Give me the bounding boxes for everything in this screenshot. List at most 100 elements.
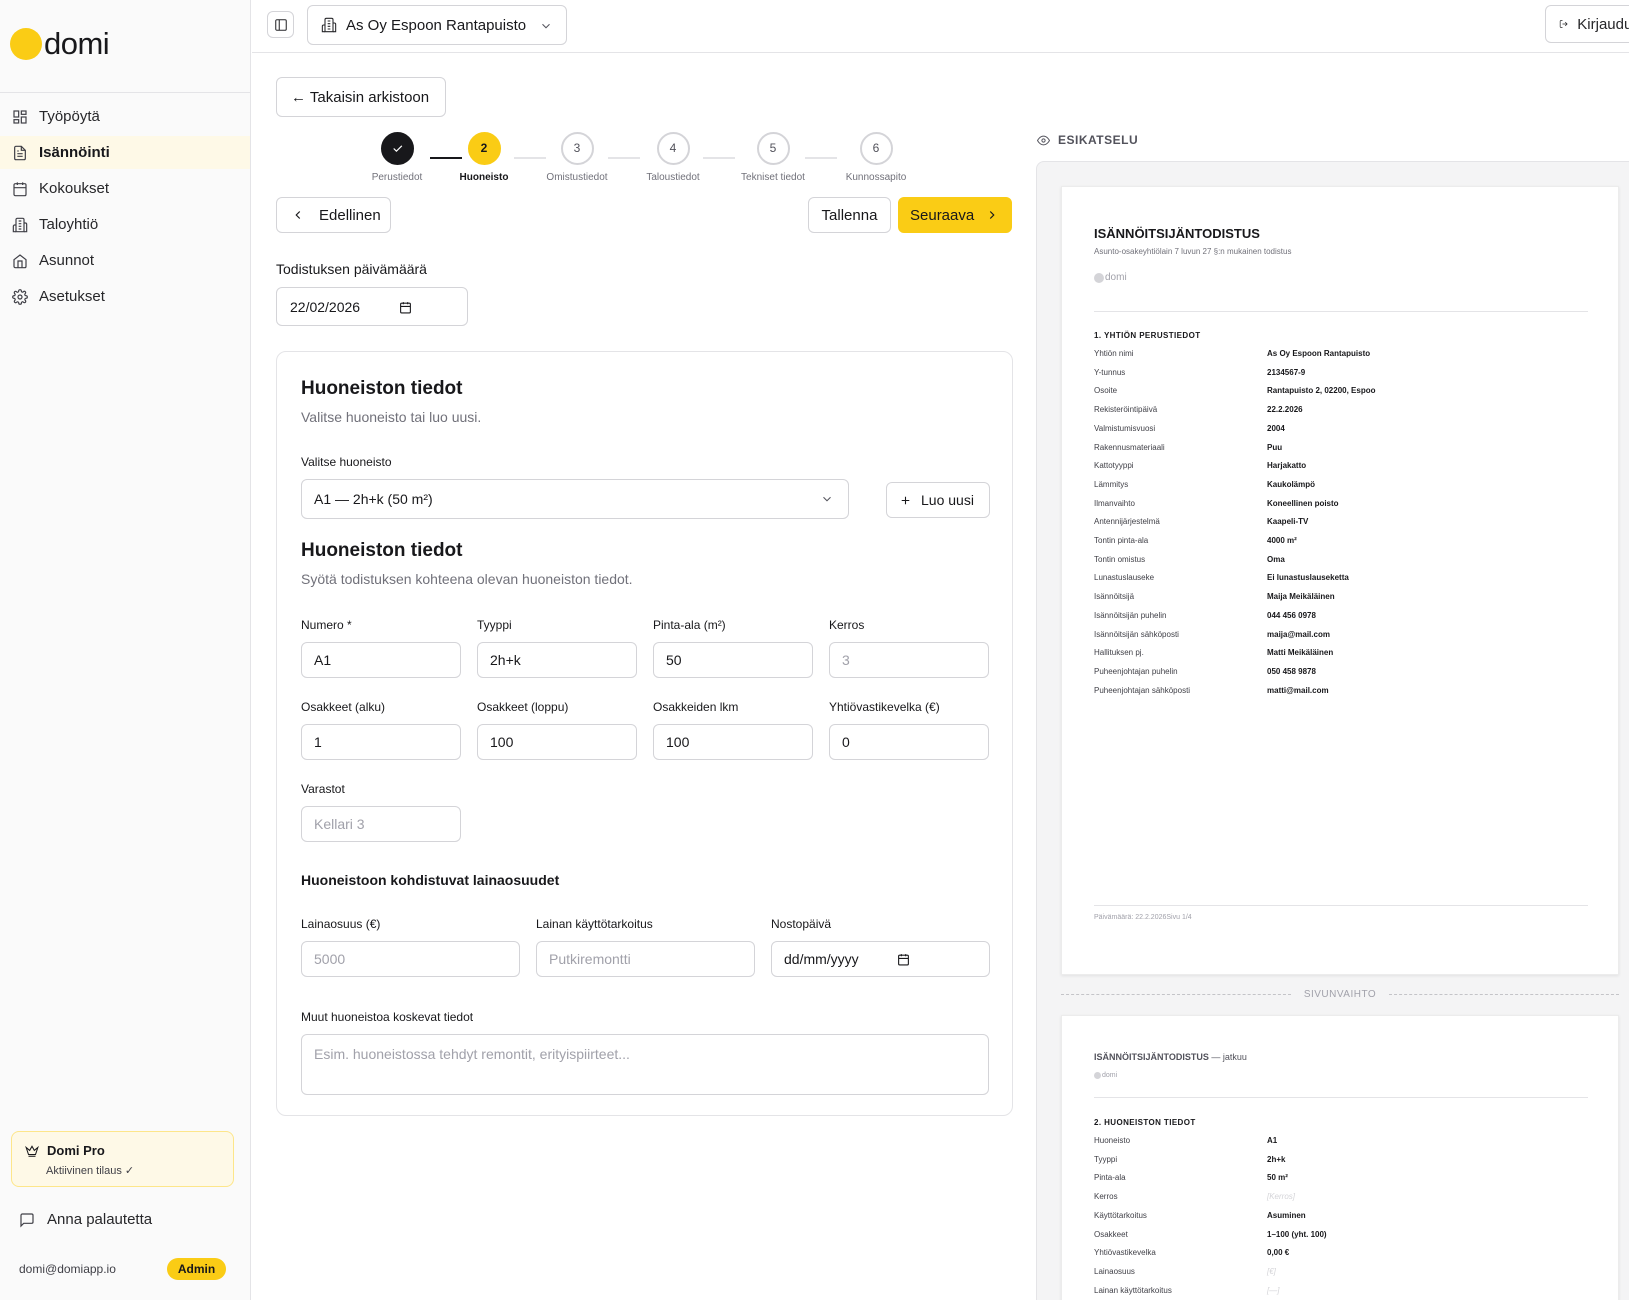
step-taloustiedot[interactable]: 4 Taloustiedot	[623, 132, 723, 183]
document-icon	[14, 145, 26, 160]
osakkeet-alku-label: Osakkeet (alku)	[301, 700, 386, 714]
preview-row-key: Pinta-ala	[1094, 1173, 1126, 1183]
numero-input[interactable]: A1	[301, 642, 461, 678]
next-button[interactable]: Seuraava	[898, 197, 1012, 233]
preview-row: Puheenjohtajan puhelin 050 458 9878	[1094, 667, 1594, 686]
preview-row-key: Yhtiön nimi	[1094, 349, 1134, 358]
panel-left-icon	[274, 18, 287, 31]
preview-row-key: Isännöitsijän puhelin	[1094, 610, 1167, 620]
preview-row-key: Lunastuslauseke	[1094, 573, 1155, 583]
dashboard-icon	[13, 109, 27, 124]
step-kunnossapito[interactable]: 6 Kunnossapito	[826, 132, 926, 183]
previous-button[interactable]: Edellinen	[276, 197, 391, 233]
lainan-kayttotarkoitus-input[interactable]: Putkiremontti	[536, 941, 755, 977]
feedback-button[interactable]: Anna palautetta	[19, 1211, 152, 1228]
certificate-date-input[interactable]: 22/02/2026	[276, 287, 468, 326]
preview-heading: ESIKATSELU	[1037, 133, 1138, 147]
sidebar-item-asetukset[interactable]: Asetukset	[0, 280, 250, 313]
subscription-title: Domi Pro	[25, 1143, 233, 1158]
preview-row: Kattotyyppi Harjakatto	[1094, 461, 1594, 480]
preview-row-key: Rakennusmateriaali	[1094, 442, 1165, 452]
sidebar-toggle-button[interactable]	[267, 11, 294, 38]
preview-row: Tyyppi 2h+k	[1094, 1155, 1594, 1174]
document-continued-title: ISÄNNÖITSIJÄNTODISTUS — jatkuu	[1094, 1052, 1247, 1062]
step-label: Omistustiedot	[546, 172, 608, 183]
step-huoneisto[interactable]: 2 Huoneisto	[434, 132, 534, 183]
osakkeet-alku-input[interactable]: 1	[301, 724, 461, 760]
preview-row: Osakkeet 1–100 (yht. 100)	[1094, 1230, 1594, 1249]
preview-row-value: Asuminen	[1267, 1210, 1306, 1220]
nostopaiva-input[interactable]: dd/mm/yyyy	[771, 941, 990, 977]
preview-row-value: Oma	[1267, 554, 1285, 564]
step-omistustiedot[interactable]: 3 Omistustiedot	[527, 132, 627, 183]
preview-row: Huoneisto A1	[1094, 1136, 1594, 1155]
preview-row-key: Tontin omistus	[1094, 554, 1146, 564]
preview-row-value: Kaapeli-TV	[1267, 517, 1309, 527]
document-logo: domi	[1094, 1072, 1117, 1079]
preview-row-value: Harjakatto	[1267, 461, 1307, 471]
document-logo: domi	[1094, 272, 1127, 283]
company-selector[interactable]: As Oy Espoon Rantapuisto	[307, 5, 567, 45]
logout-button[interactable]: Kirjaudu ulos	[1545, 5, 1629, 43]
yhtiovastikevelka-label: Yhtiövastikevelka (€)	[829, 700, 940, 714]
preview-row-value: 050 458 9878	[1267, 666, 1316, 676]
select-section-subtitle: Valitse huoneisto tai luo uusi.	[301, 409, 482, 425]
back-to-archive-button[interactable]: ← Takaisin arkistoon	[276, 77, 446, 117]
preview-row-key: Valmistumisvuosi	[1094, 423, 1156, 433]
sidebar-item-asunnot[interactable]: Asunnot	[0, 244, 250, 277]
logo-text: domi	[44, 26, 110, 61]
details-section-title: Huoneiston tiedot	[301, 540, 463, 561]
preview-row-value: matti@mail.com	[1267, 685, 1329, 695]
varastot-label: Varastot	[301, 782, 345, 796]
save-button[interactable]: Tallenna	[808, 197, 891, 233]
kerros-input[interactable]: 3	[829, 642, 989, 678]
apartment-select[interactable]: A1 — 2h+k (50 m²)	[301, 479, 849, 519]
preview-row-value: 2134567-9	[1267, 367, 1306, 377]
step-circle: 4	[656, 132, 690, 165]
osakkeiden-lkm-input[interactable]: 100	[653, 724, 813, 760]
eye-icon	[1037, 135, 1050, 145]
osakkeet-loppu-label: Osakkeet (loppu)	[477, 700, 569, 714]
preview-row: Valmistumisvuosi 2004	[1094, 424, 1594, 443]
varastot-input[interactable]: Kellari 3	[301, 806, 461, 842]
section-1-title: 1. YHTIÖN PERUSTIEDOT	[1094, 331, 1201, 340]
role-badge: Admin	[167, 1258, 226, 1280]
lainaosuus-label: Lainaosuus (€)	[301, 917, 381, 931]
previous-label: Edellinen	[319, 206, 381, 224]
preview-row-value: 2h+k	[1267, 1154, 1286, 1164]
preview-row-key: Rekisteröintipäivä	[1094, 405, 1158, 415]
tyyppi-input[interactable]: 2h+k	[477, 642, 637, 678]
subscription-card[interactable]: Domi Pro Aktiivinen tilaus ✓	[11, 1131, 234, 1187]
yhtiovastikevelka-input[interactable]: 0	[829, 724, 989, 760]
sidebar-item-tyopoyta[interactable]: Työpöytä	[0, 100, 250, 133]
lainaosuus-input[interactable]: 5000	[301, 941, 520, 977]
preview-row-value: Matti Meikäläinen	[1267, 648, 1334, 658]
preview-row: Lämmitys Kaukolämpö	[1094, 480, 1594, 499]
create-apartment-button[interactable]: Luo uusi	[886, 482, 990, 518]
sidebar-item-isannointi[interactable]: Isännöinti	[0, 136, 250, 169]
step-label: Tekniset tiedot	[741, 172, 805, 183]
page-break-line	[1389, 994, 1619, 995]
preview-row-key: Y-tunnus	[1094, 367, 1126, 377]
chevron-left-icon	[295, 211, 301, 219]
preview-row-value: [€]	[1267, 1266, 1276, 1276]
preview-row: Lainan käyttötarkoitus [—]	[1094, 1286, 1594, 1300]
sidebar-item-taloyhtio[interactable]: Taloyhtiö	[0, 208, 250, 241]
check-icon	[392, 145, 402, 153]
other-info-textarea[interactable]: Esim. huoneistossa tehdyt remontit, erit…	[301, 1034, 989, 1095]
step-perustiedot[interactable]: Perustiedot	[347, 132, 447, 183]
home-icon	[13, 253, 27, 268]
pinta-ala-input[interactable]: 50	[653, 642, 813, 678]
preview-row-value: Rantapuisto 2, 02200, Espoo	[1267, 386, 1376, 396]
calendar-icon[interactable]	[399, 301, 412, 314]
sidebar-item-kokoukset[interactable]: Kokoukset	[0, 172, 250, 205]
domi-logo[interactable]: domi	[10, 26, 110, 62]
step-tekniset-tiedot[interactable]: 5 Tekniset tiedot	[723, 132, 823, 183]
pinta-ala-label: Pinta-ala (m²)	[653, 618, 726, 632]
step-label: Taloustiedot	[646, 172, 700, 183]
preview-row-key: Huoneisto	[1094, 1136, 1131, 1145]
osakkeet-loppu-input[interactable]: 100	[477, 724, 637, 760]
calendar-icon[interactable]	[897, 953, 910, 966]
document-divider	[1094, 311, 1588, 312]
subscription-plan-name: Domi Pro	[47, 1143, 105, 1158]
